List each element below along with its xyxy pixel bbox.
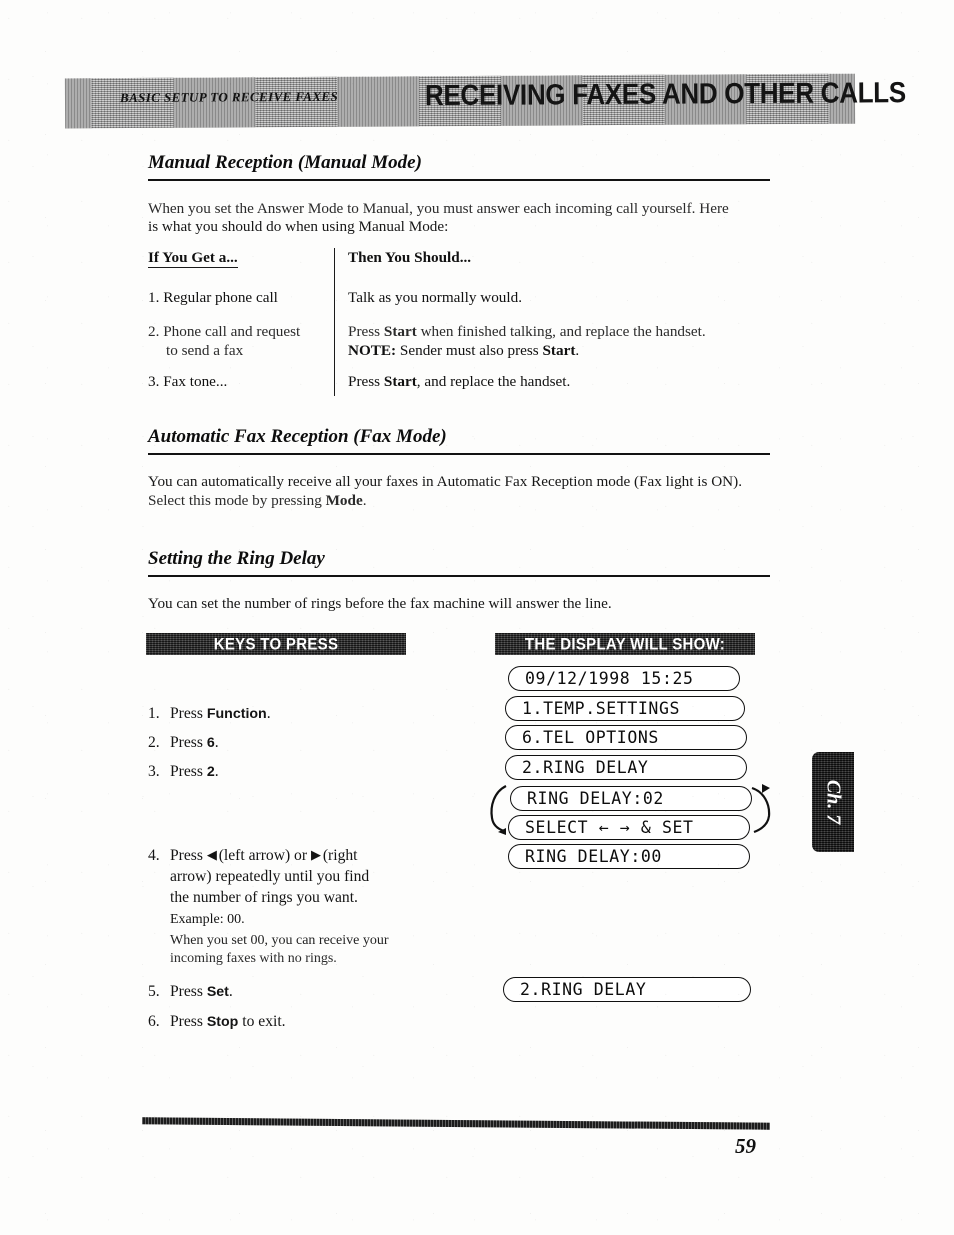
- table-cell-action: Press Start, and replace the handset.: [348, 373, 571, 390]
- chapter-tab-label: Ch. 7: [822, 779, 845, 825]
- table-column-divider: [334, 248, 335, 396]
- header-chapter-title: RECEIVING FAXES AND OTHER CALLS: [424, 75, 906, 112]
- step-1: 1. Press Function.: [148, 705, 271, 722]
- ring-delay-body: You can set the number of rings before t…: [148, 595, 612, 612]
- lcd-display-ring-delay-02: RING DELAY:02: [510, 786, 752, 811]
- page-header-banner: BASIC SETUP TO RECEIVE FAXES RECEIVING F…: [64, 73, 906, 129]
- manual-intro-line2: is what you should do when using Manual …: [148, 218, 449, 235]
- step-5: 5. Press Set.: [148, 983, 233, 1000]
- lcd-display-tel-options: 6.TEL OPTIONS: [505, 725, 747, 750]
- manual-intro-line1: When you set the Answer Mode to Manual, …: [148, 200, 729, 217]
- page-number: 59: [735, 1134, 756, 1158]
- lcd-display-temp-settings: 1.TEMP.SETTINGS: [505, 696, 745, 721]
- chapter-tab: Ch. 7: [812, 752, 854, 852]
- lcd-display-datetime: 09/12/1998 15:25: [508, 666, 740, 691]
- step-4-note: When you set 00, you can receive your in…: [170, 933, 389, 966]
- keys-to-press-bar: KEYS TO PRESS: [146, 633, 406, 655]
- loop-arrow-left-icon: [490, 785, 507, 835]
- action-line-2: NOTE: Sender must also press Start.: [348, 342, 580, 359]
- automatic-body-line1: You can automatically receive all your f…: [148, 473, 743, 490]
- lcd-display-select-and-set: SELECT ← → & SET: [508, 815, 750, 840]
- display-will-show-bar: THE DISPLAY WILL SHOW:: [495, 633, 755, 655]
- table-col2-header: Then You Should...: [348, 249, 472, 266]
- right-arrow-icon: ▶: [310, 848, 321, 863]
- step-6: 6. Press Stop to exit.: [148, 1013, 286, 1030]
- lcd-display-ring-delay-menu: 2.RING DELAY: [505, 755, 747, 780]
- heading-rule: [148, 575, 770, 577]
- loop-arrow-right-icon: [751, 784, 771, 834]
- step-2: 2. Press 6.: [148, 734, 219, 751]
- table-cell-condition: 3. Fax tone...: [148, 373, 228, 390]
- table-cell-condition: 2. Phone call and request to send a fax: [148, 323, 301, 359]
- step-3: 3. Press 2.: [148, 763, 219, 780]
- heading-automatic-fax-reception: Automatic Fax Reception (Fax Mode): [148, 426, 447, 447]
- footer-rule: [141, 1117, 771, 1130]
- table-cell-action: Press Start when finished talking, and r…: [348, 322, 768, 360]
- table-cell-condition: 1. Regular phone call: [148, 289, 278, 306]
- lcd-display-final-ring-delay: 2.RING DELAY: [503, 977, 751, 1002]
- header-section-title: BASIC SETUP TO RECEIVE FAXES: [119, 88, 339, 106]
- lcd-display-ring-delay-00: RING DELAY:00: [508, 844, 750, 869]
- manual-page: BASIC SETUP TO RECEIVE FAXES RECEIVING F…: [0, 0, 954, 1235]
- scan-noise-overlay: [0, 0, 954, 1235]
- automatic-body-line2: Select this mode by pressing Mode.: [148, 492, 367, 509]
- heading-setting-ring-delay: Setting the Ring Delay: [148, 548, 325, 569]
- step-4: 4. Press ◀ (left arrow) or ▶ (right arro…: [148, 847, 370, 927]
- table-col1-header: If You Get a...: [148, 249, 238, 268]
- table-cell-action: Talk as you normally would.: [348, 289, 522, 306]
- heading-rule: [148, 179, 770, 181]
- left-arrow-icon: ◀: [206, 848, 217, 863]
- heading-manual-reception: Manual Reception (Manual Mode): [148, 152, 422, 173]
- heading-rule: [148, 453, 770, 455]
- action-line-1: Press Start when finished talking, and r…: [348, 323, 706, 340]
